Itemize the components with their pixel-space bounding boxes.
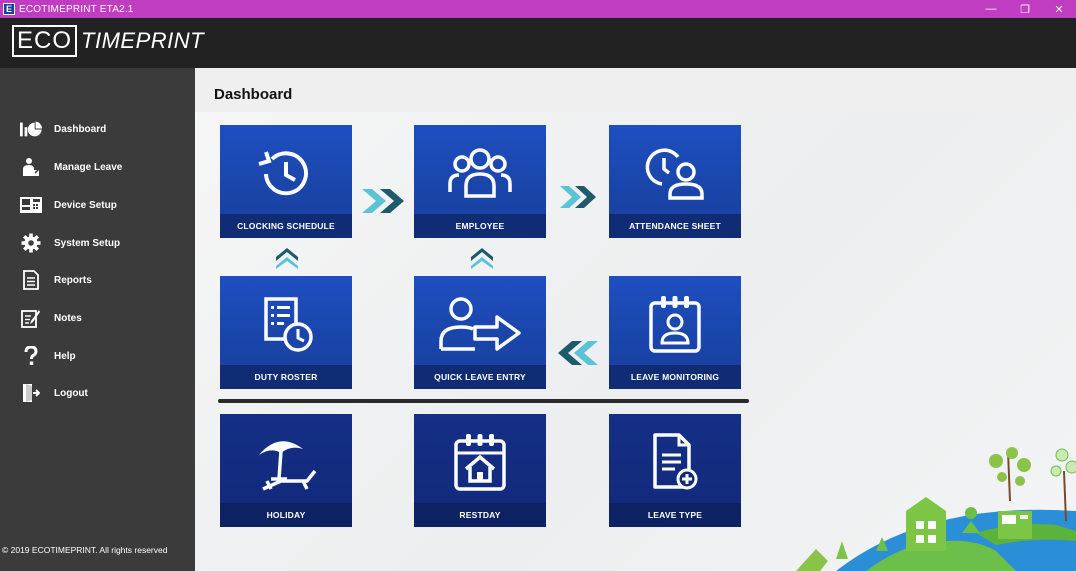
sidebar-item-manage-leave[interactable]: Manage Leave (0, 152, 195, 182)
restore-button[interactable]: ❐ (1008, 0, 1042, 18)
notes-icon (20, 308, 42, 328)
arrow-right-icon (359, 187, 409, 215)
main-content: Dashboard CLOCKING SCHEDULE EMPLOYEE ATT… (195, 68, 1076, 571)
tile-label: CLOCKING SCHEDULE (220, 214, 352, 238)
calendar-user-icon (609, 286, 741, 364)
sidebar-item-label: System Setup (54, 237, 121, 249)
tile-label: ATTENDANCE SHEET (609, 214, 741, 238)
sidebar-item-label: Device Setup (54, 199, 117, 211)
tile-label: EMPLOYEE (414, 214, 546, 238)
app-icon: E (3, 3, 15, 15)
sidebar-item-dashboard[interactable]: Dashboard (0, 114, 195, 144)
roster-clock-icon (220, 286, 352, 364)
logo: ECO TIMEPRINT (12, 25, 204, 57)
window-title: ECOTIMEPRINT ETA2.1 (19, 3, 134, 15)
page-title: Dashboard (214, 86, 293, 103)
tile-label: LEAVE TYPE (609, 503, 741, 527)
sidebar-item-label: Logout (54, 387, 88, 399)
tile-attendance-sheet[interactable]: ATTENDANCE SHEET (609, 125, 741, 238)
gear-icon (20, 233, 42, 253)
attendance-clock-user-icon (609, 135, 741, 213)
sidebar-item-help[interactable]: Help (0, 341, 195, 371)
title-bar: E ECOTIMEPRINT ETA2.1 — ❐ ✕ (0, 0, 1076, 18)
sidebar-item-label: Help (54, 350, 76, 362)
calendar-home-icon (414, 424, 546, 502)
sidebar: Dashboard Manage Leave Device Setup Syst… (0, 68, 195, 571)
eco-globe-illustration (796, 447, 1076, 571)
arrow-right-icon (557, 184, 601, 210)
tile-label: LEAVE MONITORING (609, 365, 741, 389)
sidebar-item-notes[interactable]: Notes (0, 303, 195, 333)
window-controls: — ❐ ✕ (974, 0, 1076, 18)
tile-holiday[interactable]: HOLIDAY (220, 414, 352, 527)
minimize-button[interactable]: — (974, 0, 1008, 18)
tile-leave-type[interactable]: LEAVE TYPE (609, 414, 741, 527)
document-plus-icon (609, 424, 741, 502)
arrow-left-icon (555, 339, 601, 367)
user-arrow-right-icon (414, 286, 546, 364)
tile-clocking-schedule[interactable]: CLOCKING SCHEDULE (220, 125, 352, 238)
dashboard-icon (20, 119, 42, 139)
sidebar-item-system-setup[interactable]: System Setup (0, 228, 195, 258)
reports-icon (20, 270, 42, 290)
arrow-up-icon (274, 244, 300, 270)
app-window: E ECOTIMEPRINT ETA2.1 — ❐ ✕ ECO TIMEPRIN… (0, 0, 1076, 571)
logo-timeprint: TIMEPRINT (81, 28, 205, 53)
tile-label: DUTY ROSTER (220, 365, 352, 389)
logout-icon (20, 383, 42, 403)
arrow-up-icon (469, 244, 495, 270)
sidebar-item-device-setup[interactable]: Device Setup (0, 190, 195, 220)
sidebar-item-logout[interactable]: Logout (0, 378, 195, 408)
logo-eco: ECO (12, 25, 78, 57)
close-button[interactable]: ✕ (1042, 0, 1076, 18)
sidebar-item-reports[interactable]: Reports (0, 265, 195, 295)
sidebar-item-label: Notes (54, 312, 82, 324)
page-title-bar: Dashboard (195, 68, 1076, 112)
section-divider (218, 399, 749, 403)
employee-group-icon (414, 135, 546, 213)
device-icon (20, 195, 42, 215)
tile-label: HOLIDAY (220, 503, 352, 527)
beach-umbrella-icon (220, 424, 352, 502)
clock-history-icon (220, 135, 352, 213)
sidebar-item-label: Reports (54, 274, 92, 286)
manage-leave-icon (20, 157, 42, 177)
app-header: ECO TIMEPRINT (0, 18, 1076, 68)
tile-duty-roster[interactable]: DUTY ROSTER (220, 276, 352, 389)
tile-restday[interactable]: RESTDAY (414, 414, 546, 527)
tile-leave-monitoring[interactable]: LEAVE MONITORING (609, 276, 741, 389)
tile-quick-leave-entry[interactable]: QUICK LEAVE ENTRY (414, 276, 546, 389)
sidebar-item-label: Manage Leave (54, 161, 123, 173)
copyright-footer: © 2019 ECOTIMEPRINT. All rights reserved (2, 545, 168, 555)
tile-label: QUICK LEAVE ENTRY (414, 365, 546, 389)
help-icon (20, 346, 42, 366)
tile-employee[interactable]: EMPLOYEE (414, 125, 546, 238)
tile-label: RESTDAY (414, 503, 546, 527)
sidebar-item-label: Dashboard (54, 123, 107, 135)
